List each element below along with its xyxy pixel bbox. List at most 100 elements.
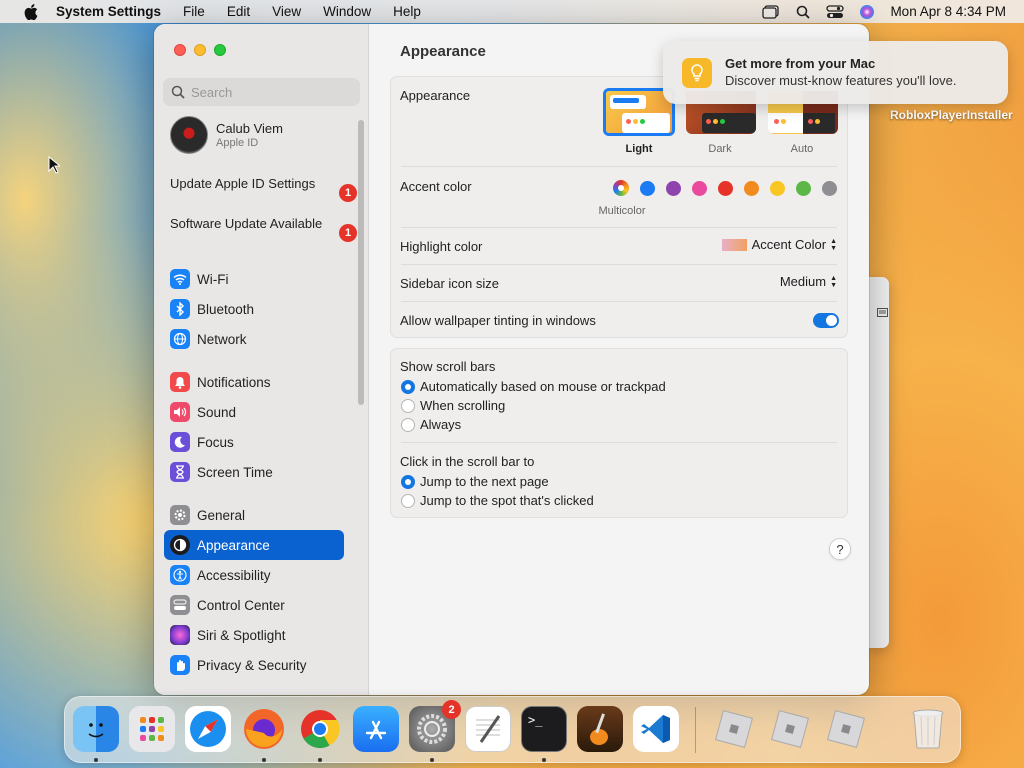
scroll-bars-option-auto[interactable]: Automatically based on mouse or trackpad bbox=[420, 379, 666, 394]
menu-window[interactable]: Window bbox=[323, 4, 371, 19]
zoom-button[interactable] bbox=[214, 44, 226, 56]
search-icon bbox=[171, 85, 185, 99]
dock-safari-icon[interactable] bbox=[185, 706, 231, 752]
sidebar-item-accessibility[interactable]: Accessibility bbox=[164, 560, 344, 590]
gear-icon bbox=[170, 505, 190, 525]
sidebar-item-privacy-security[interactable]: Privacy & Security bbox=[164, 650, 344, 680]
notification-body: Discover must-know features you'll love. bbox=[725, 73, 957, 88]
accent-swatch-purple[interactable] bbox=[666, 181, 681, 196]
sidebar-item-sound[interactable]: Sound bbox=[164, 397, 344, 427]
accent-swatch-graphite[interactable] bbox=[822, 181, 837, 196]
control-center-icon[interactable] bbox=[826, 4, 845, 20]
dock-system-settings-icon[interactable]: 2 bbox=[409, 700, 461, 752]
sidebar-item-focus[interactable]: Focus bbox=[164, 427, 344, 457]
dock-textedit-icon[interactable] bbox=[465, 706, 511, 752]
wallpaper-tinting-label: Allow wallpaper tinting in windows bbox=[400, 313, 596, 328]
siri-icon[interactable] bbox=[858, 4, 876, 20]
stepper-arrows-icon: ▲ ▼ bbox=[830, 237, 837, 252]
account-name: Calub Viem bbox=[216, 121, 283, 136]
click-scroll-radio-next-page[interactable] bbox=[401, 475, 415, 489]
sidebar-item-appearance[interactable]: Appearance bbox=[164, 530, 344, 560]
desktop-file-label[interactable]: RobloxPlayerInstaller bbox=[890, 108, 1013, 123]
dock-finder-icon[interactable] bbox=[73, 706, 119, 752]
dock-garageband-icon[interactable] bbox=[577, 706, 623, 752]
notice-badge: 1 bbox=[339, 184, 357, 202]
menu-edit[interactable]: Edit bbox=[227, 4, 250, 19]
sidebar-item-label: Siri & Spotlight bbox=[197, 627, 286, 643]
hand-icon bbox=[170, 655, 190, 675]
apple-id-account[interactable]: Calub Viem Apple ID bbox=[170, 116, 283, 154]
sidebar-item-general[interactable]: General bbox=[164, 500, 344, 530]
search-input[interactable] bbox=[191, 84, 351, 100]
dock-trash-icon[interactable] bbox=[905, 706, 951, 752]
highlight-color-popup[interactable]: Accent Color ▲ ▼ bbox=[721, 237, 837, 252]
scroll-bars-option-always[interactable]: Always bbox=[420, 417, 461, 432]
sidebar-item-screen-time[interactable]: Screen Time bbox=[164, 457, 344, 487]
sidebar-item-control-center[interactable]: Control Center bbox=[164, 590, 344, 620]
window-controls bbox=[174, 44, 226, 56]
spotlight-search-icon[interactable] bbox=[794, 4, 812, 20]
sidebar-item-bluetooth[interactable]: Bluetooth bbox=[164, 294, 344, 324]
background-window[interactable] bbox=[868, 277, 889, 648]
dock-launchpad-icon[interactable] bbox=[129, 706, 175, 752]
click-scroll-option-next-page[interactable]: Jump to the next page bbox=[420, 474, 549, 489]
dock-roblox-icon[interactable] bbox=[823, 706, 869, 752]
notification-banner[interactable]: Get more from your Mac Discover must-kno… bbox=[663, 41, 1008, 104]
dock-chrome-icon[interactable] bbox=[297, 706, 343, 752]
accent-swatch-pink[interactable] bbox=[692, 181, 707, 196]
dock-roblox-icon[interactable] bbox=[767, 706, 813, 752]
dock-separator bbox=[695, 707, 696, 753]
scroll-bars-option-scrolling[interactable]: When scrolling bbox=[420, 398, 505, 413]
sidebar: Calub Viem Apple ID Update Apple ID Sett… bbox=[154, 24, 369, 695]
notice-label: Software Update Available bbox=[170, 216, 323, 231]
wallpaper-tinting-toggle[interactable] bbox=[813, 313, 839, 328]
sidebar-scrollbar[interactable] bbox=[358, 120, 364, 405]
menu-help[interactable]: Help bbox=[393, 4, 421, 19]
search-field[interactable] bbox=[163, 78, 360, 106]
help-button[interactable]: ? bbox=[829, 538, 851, 560]
avatar bbox=[170, 116, 208, 154]
accent-swatch-multicolor[interactable] bbox=[613, 180, 629, 196]
appearance-icon bbox=[170, 535, 190, 555]
accent-swatch-blue[interactable] bbox=[640, 181, 655, 196]
accent-swatch-orange[interactable] bbox=[744, 181, 759, 196]
show-scroll-bars-label: Show scroll bars bbox=[400, 359, 496, 374]
sidebar-item-wifi[interactable]: Wi-Fi bbox=[164, 264, 344, 294]
sidebar-item-notifications[interactable]: Notifications bbox=[164, 367, 344, 397]
close-button[interactable] bbox=[174, 44, 186, 56]
dock-roblox-icon[interactable] bbox=[711, 706, 757, 752]
menu-view[interactable]: View bbox=[272, 4, 301, 19]
scroll-bars-radio-scrolling[interactable] bbox=[401, 399, 415, 413]
accent-swatch-red[interactable] bbox=[718, 181, 733, 196]
appearance-caption-auto: Auto bbox=[790, 143, 814, 155]
menu-bar-clock[interactable]: Mon Apr 8 4:34 PM bbox=[890, 4, 1006, 19]
mouse-cursor-icon bbox=[48, 156, 60, 174]
menu-file[interactable]: File bbox=[183, 4, 205, 19]
click-scroll-bar-label: Click in the scroll bar to bbox=[400, 454, 535, 469]
sidebar-item-network[interactable]: Network bbox=[164, 324, 344, 354]
window-switcher-icon[interactable] bbox=[762, 4, 780, 20]
accent-swatch-green[interactable] bbox=[796, 181, 811, 196]
scroll-bars-radio-always[interactable] bbox=[401, 418, 415, 432]
update-apple-id-settings-item[interactable]: Update Apple ID Settings 1 bbox=[170, 176, 357, 202]
dock-running-indicator bbox=[262, 758, 266, 762]
speaker-icon bbox=[170, 402, 190, 422]
accent-color-label: Accent color bbox=[400, 179, 472, 194]
scroll-bars-panel: Show scroll bars Automatically based on … bbox=[390, 348, 848, 518]
software-update-item[interactable]: Software Update Available 1 bbox=[170, 216, 357, 242]
accent-swatch-yellow[interactable] bbox=[770, 181, 785, 196]
click-scroll-option-spot[interactable]: Jump to the spot that's clicked bbox=[420, 493, 594, 508]
minimize-button[interactable] bbox=[194, 44, 206, 56]
apple-menu-icon[interactable] bbox=[16, 0, 46, 23]
notice-badge: 1 bbox=[339, 224, 357, 242]
dock-firefox-icon[interactable] bbox=[241, 706, 287, 752]
sidebar-item-siri-spotlight[interactable]: Siri & Spotlight bbox=[164, 620, 344, 650]
scroll-bars-radio-auto[interactable] bbox=[401, 380, 415, 394]
sidebar-icon-size-popup[interactable]: Medium ▲ ▼ bbox=[780, 274, 837, 289]
account-subtitle: Apple ID bbox=[216, 137, 259, 149]
app-name-menu[interactable]: System Settings bbox=[56, 4, 161, 19]
dock-vscode-icon[interactable] bbox=[633, 706, 679, 752]
click-scroll-radio-spot[interactable] bbox=[401, 494, 415, 508]
dock-terminal-icon[interactable]: >_ bbox=[521, 706, 567, 752]
dock-app-store-icon[interactable] bbox=[353, 706, 399, 752]
